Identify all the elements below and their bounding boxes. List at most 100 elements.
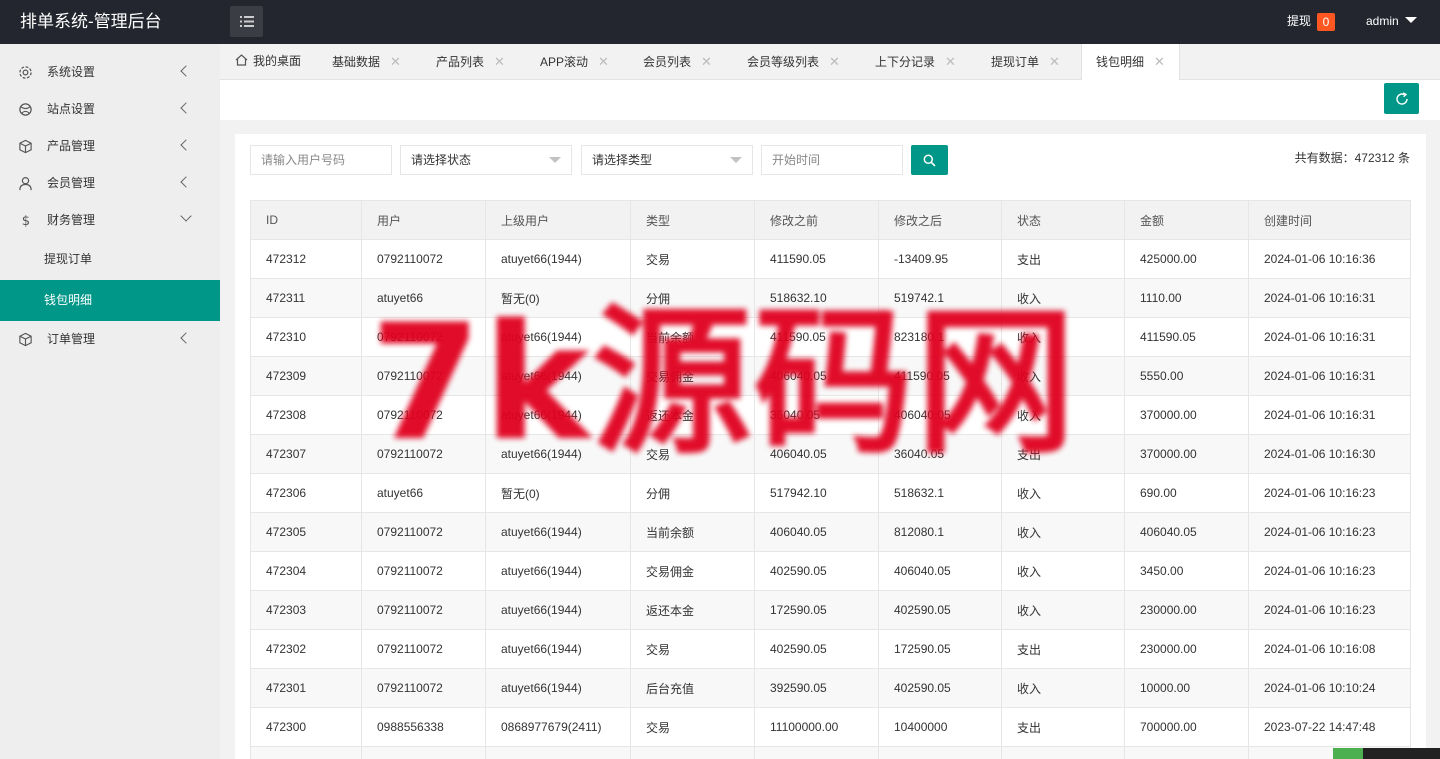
table-cell: 分佣 xyxy=(630,473,755,513)
tab-bar: 我的桌面 基础数据 ✕ 产品列表 ✕ APP滚动 ✕ 会员列表 ✕ 会员等级列表 ✕ 上下… xyxy=(220,44,1440,81)
column-header[interactable]: ID xyxy=(250,200,362,240)
tab-label: 会员等级列表 xyxy=(747,55,820,69)
table-cell: 230000.00 xyxy=(1124,629,1249,669)
table-cell: 812080.1 xyxy=(878,512,1002,552)
close-icon[interactable]: ✕ xyxy=(829,54,840,69)
type-select[interactable]: 请选择类型 xyxy=(581,145,753,175)
sidebar-subitem-wallet-details[interactable]: 钱包明细 xyxy=(0,280,220,321)
sidebar-item-finance-management[interactable]: $ 财务管理 xyxy=(0,202,220,239)
close-icon[interactable]: ✕ xyxy=(390,54,401,69)
table-cell: 472307 xyxy=(250,434,362,474)
column-header[interactable]: 状态 xyxy=(1001,200,1125,240)
column-header[interactable]: 用户 xyxy=(361,200,486,240)
table-cell xyxy=(1001,746,1125,759)
table-cell: 392590.05 xyxy=(754,668,879,708)
gear-icon xyxy=(19,66,32,79)
table-row[interactable]: 472311 atuyet66 暂无(0) 分佣 518632.10 519742.1 收入… xyxy=(250,278,1411,318)
sidebar-item-site-settings[interactable]: 站点设置 xyxy=(0,91,220,128)
table-cell: 411590.05 xyxy=(878,356,1002,396)
tab-label: 上下分记录 xyxy=(875,55,936,69)
table-cell: 517942.10 xyxy=(754,473,879,513)
close-icon[interactable]: ✕ xyxy=(945,54,956,69)
close-icon[interactable]: ✕ xyxy=(701,54,712,69)
table-cell: 1110.00 xyxy=(1124,278,1249,318)
table-cell xyxy=(754,746,879,759)
tab-withdraw-orders[interactable]: 提现订单 ✕ xyxy=(991,44,1060,80)
sidebar-item-product-management[interactable]: 产品管理 xyxy=(0,128,220,165)
table-row[interactable]: 472310 0792110072 atuyet66(1944) 当前余额 411590… xyxy=(250,317,1411,357)
table-row[interactable]: 472300 0988556338 0868977679(2411) 交易 111000… xyxy=(250,707,1411,747)
caret-down-icon xyxy=(549,157,561,163)
table-cell: atuyet66 xyxy=(361,473,486,513)
table-cell: 472309 xyxy=(250,356,362,396)
table-row[interactable]: 472307 0792110072 atuyet66(1944) 交易 406040.0… xyxy=(250,434,1411,474)
content-card: 请选择状态 请选择类型 共有数据：472312 条 ID 用户 上级用户 类型 … xyxy=(235,134,1426,759)
user-number-input[interactable] xyxy=(250,145,392,175)
table-row[interactable]: 472303 0792110072 atuyet66(1944) 返还本金 172590… xyxy=(250,590,1411,630)
sidebar-item-order-management[interactable]: 订单管理 xyxy=(0,321,220,358)
column-header[interactable]: 上级用户 xyxy=(485,200,631,240)
column-header[interactable]: 类型 xyxy=(630,200,755,240)
svg-text:$: $ xyxy=(22,214,30,228)
sidebar: 系统设置 站点设置 产品管理 会员管理 $ 财务管理 提现订单 钱包明细 订单管… xyxy=(0,44,220,759)
table-row[interactable]: 472306 atuyet66 暂无(0) 分佣 517942.10 518632.1 收入… xyxy=(250,473,1411,513)
table-cell: 406040.05 xyxy=(878,395,1002,435)
table-row[interactable] xyxy=(250,746,1411,759)
tab-product-list[interactable]: 产品列表 ✕ xyxy=(436,44,505,80)
start-time-input[interactable] xyxy=(761,145,903,175)
status-select[interactable]: 请选择状态 xyxy=(400,145,572,175)
table-cell: 411590.05 xyxy=(1124,317,1249,357)
table-cell: 收入 xyxy=(1001,668,1125,708)
tab-basic-data[interactable]: 基础数据 ✕ xyxy=(332,44,401,80)
table-cell: 暂无(0) xyxy=(485,473,631,513)
search-button[interactable] xyxy=(911,145,948,175)
tab-wallet-details[interactable]: 钱包明细 ✕ xyxy=(1081,44,1180,81)
tab-app-scroll[interactable]: APP滚动 ✕ xyxy=(540,44,609,80)
withdraw-notice[interactable]: 提现 0 xyxy=(1287,0,1336,44)
table-cell: 406040.05 xyxy=(1124,512,1249,552)
column-header[interactable]: 创建时间 xyxy=(1248,200,1411,240)
table-cell: 0792110072 xyxy=(361,356,486,396)
table-row[interactable]: 472304 0792110072 atuyet66(1944) 交易佣金 402590… xyxy=(250,551,1411,591)
table-row[interactable]: 472305 0792110072 atuyet66(1944) 当前余额 406040… xyxy=(250,512,1411,552)
table-row[interactable]: 472302 0792110072 atuyet66(1944) 交易 402590.0… xyxy=(250,629,1411,669)
close-icon[interactable]: ✕ xyxy=(1154,54,1165,69)
table-cell: 11100000.00 xyxy=(754,707,879,747)
refresh-button[interactable] xyxy=(1384,83,1419,114)
menu-toggle-button[interactable] xyxy=(230,6,263,37)
table-cell: 2024-01-06 10:16:31 xyxy=(1248,356,1411,396)
table-cell: 收入 xyxy=(1001,473,1125,513)
close-icon[interactable]: ✕ xyxy=(494,54,505,69)
table-cell xyxy=(1124,746,1249,759)
column-header[interactable]: 金额 xyxy=(1124,200,1249,240)
close-icon[interactable]: ✕ xyxy=(1049,54,1060,69)
tab-my-desktop[interactable]: 我的桌面 xyxy=(235,44,301,80)
table-cell: 0792110072 xyxy=(361,317,486,357)
chevron-left-icon xyxy=(180,102,192,114)
column-header[interactable]: 修改之后 xyxy=(878,200,1002,240)
table-cell: 收入 xyxy=(1001,551,1125,591)
tab-member-level-list[interactable]: 会员等级列表 ✕ xyxy=(747,44,840,80)
table-row[interactable]: 472308 0792110072 atuyet66(1944) 返还本金 36040.… xyxy=(250,395,1411,435)
table-cell: 2024-01-06 10:16:23 xyxy=(1248,590,1411,630)
tab-credit-records[interactable]: 上下分记录 ✕ xyxy=(875,44,956,80)
table-cell: 406040.05 xyxy=(754,434,879,474)
tab-member-list[interactable]: 会员列表 ✕ xyxy=(643,44,712,80)
table-cell: 2024-01-06 10:16:30 xyxy=(1248,434,1411,474)
sidebar-item-system-settings[interactable]: 系统设置 xyxy=(0,54,220,91)
sidebar-item-label: 订单管理 xyxy=(47,332,96,346)
table-row[interactable]: 472301 0792110072 atuyet66(1944) 后台充值 392590… xyxy=(250,668,1411,708)
table-cell: 收入 xyxy=(1001,395,1125,435)
table-row[interactable]: 472312 0792110072 atuyet66(1944) 交易 411590.0… xyxy=(250,239,1411,279)
sidebar-item-member-management[interactable]: 会员管理 xyxy=(0,165,220,202)
table-header-row: ID 用户 上级用户 类型 修改之前 修改之后 状态 金额 创建时间 xyxy=(250,200,1411,240)
table-cell: 472312 xyxy=(250,239,362,279)
table-cell xyxy=(630,746,755,759)
sidebar-subitem-withdraw-orders[interactable]: 提现订单 xyxy=(0,239,220,280)
user-menu[interactable]: admin xyxy=(1366,0,1417,44)
table-cell: 172590.05 xyxy=(754,590,879,630)
table-cell: 700000.00 xyxy=(1124,707,1249,747)
table-row[interactable]: 472309 0792110072 atuyet66(1944) 交易佣金 406040… xyxy=(250,356,1411,396)
column-header[interactable]: 修改之前 xyxy=(754,200,879,240)
close-icon[interactable]: ✕ xyxy=(598,54,609,69)
